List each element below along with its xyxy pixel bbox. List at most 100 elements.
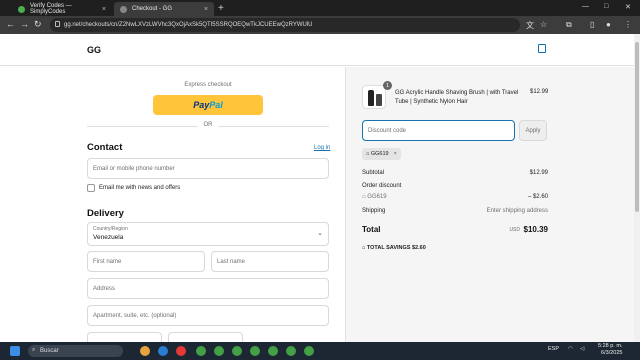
first-name-field[interactable]: First name (87, 251, 205, 272)
address-field[interactable]: Address (87, 278, 329, 299)
chrome-icon[interactable] (304, 346, 314, 356)
chrome-icon[interactable] (214, 346, 224, 356)
total-label: Total (362, 225, 381, 234)
minimize-icon[interactable]: — (582, 3, 589, 10)
shopping-bag-icon[interactable] (538, 44, 546, 53)
city-field[interactable] (168, 332, 243, 342)
total-currency: USD (509, 227, 520, 233)
globe-icon (120, 5, 127, 13)
discount-code-row: ⌂ GG619 – $2.60 (362, 194, 548, 200)
paypal-button[interactable]: Pay Pal (153, 95, 263, 115)
last-name-field[interactable]: Last name (211, 251, 329, 272)
shipping-value: Enter shipping address (486, 208, 548, 214)
contact-heading: Contact (87, 142, 123, 153)
express-checkout-label: Express checkout (184, 82, 232, 88)
translate-icon[interactable]: 文 (526, 20, 534, 31)
browser-titlebar: Verify Codes — SimplyCodes × Checkout - … (0, 0, 640, 16)
applied-code: GG619 (370, 151, 389, 157)
product-name: GG Acrylic Handle Shaving Brush | with T… (395, 90, 519, 105)
subtotal-row: Subtotal $12.99 (362, 170, 548, 176)
order-discount-label: Order discount (362, 183, 402, 189)
scrollbar-thumb[interactable] (635, 42, 639, 212)
savings-value: $2.60 (412, 245, 426, 251)
product-price: $12.99 (530, 89, 549, 95)
close-icon[interactable]: × (102, 6, 106, 13)
tab-label: Verify Codes — SimplyCodes (30, 3, 72, 15)
new-tab-button[interactable]: + (218, 3, 224, 14)
checkout-form: Express checkout Pay Pal OR Contact Log i… (0, 67, 345, 342)
menu-icon[interactable]: ⋮ (624, 20, 632, 29)
tab-verify-codes[interactable]: Verify Codes — SimplyCodes × (12, 2, 112, 16)
product-thumbnail (362, 85, 386, 109)
taskbar: ⌕ Buscar ESP ◠ ◁ 5:28 p. m. 6/3/2025 (0, 342, 640, 360)
page-scrollbar[interactable] (634, 34, 640, 342)
remove-discount-icon[interactable]: × (394, 151, 397, 157)
chrome-icon[interactable] (232, 346, 242, 356)
back-icon[interactable]: ← (6, 19, 15, 29)
chevron-down-icon: ⌄ (317, 230, 323, 237)
discount-code-label: GG619 (367, 194, 387, 200)
extensions-icon[interactable]: ⧉ (566, 20, 572, 30)
clock[interactable]: 5:28 p. m. 6/3/2025 (598, 343, 622, 357)
close-icon[interactable]: × (204, 6, 208, 13)
shipping-row: Shipping Enter shipping address (362, 208, 548, 214)
apartment-field[interactable]: Apartment, suite, etc. (optional) (87, 305, 329, 326)
tab-label: Checkout - GG (132, 6, 173, 12)
forward-icon[interactable]: → (20, 19, 29, 29)
profile-icon[interactable]: ● (606, 20, 611, 29)
close-window-icon[interactable]: ✕ (625, 3, 631, 11)
star-icon[interactable]: ☆ (540, 20, 547, 29)
url-bar[interactable]: gg.net/checkouts/cn/Z2NwLXVzLWVhc3QxOjAx… (50, 18, 520, 32)
chrome-icon[interactable] (196, 346, 206, 356)
reload-icon[interactable]: ↻ (34, 19, 42, 30)
taskbar-search[interactable]: ⌕ Buscar (28, 345, 123, 357)
tube-shape (376, 94, 382, 106)
maximize-icon[interactable]: □ (604, 3, 608, 10)
file-explorer-icon[interactable] (140, 346, 150, 356)
store-header: GG (0, 34, 634, 66)
paypal-logo-text: Pay (193, 100, 210, 110)
login-link[interactable]: Log in (314, 145, 330, 151)
applied-discount-tag: ⌂ GG619 × (362, 148, 401, 160)
app-icon[interactable] (176, 346, 186, 356)
email-field[interactable]: Email or mobile phone number (87, 158, 329, 179)
edge-icon[interactable] (158, 346, 168, 356)
chrome-icon[interactable] (268, 346, 278, 356)
language-indicator[interactable]: ESP (548, 346, 559, 352)
discount-value: – $2.60 (527, 194, 548, 200)
discount-code-input[interactable]: Discount code (362, 120, 515, 141)
or-divider-label: OR (198, 122, 218, 128)
savings-label: TOTAL SAVINGS (366, 245, 411, 251)
wifi-icon[interactable]: ◠ (568, 346, 573, 352)
apply-button[interactable]: Apply (519, 120, 547, 141)
subtotal-value: $12.99 (529, 170, 548, 176)
quantity-badge: 1 (383, 81, 392, 90)
volume-icon[interactable]: ◁ (580, 346, 584, 352)
chrome-icon[interactable] (286, 346, 296, 356)
lock-icon (55, 21, 60, 27)
country-select[interactable]: Country/Region Venezuela ⌄ (87, 222, 329, 246)
chrome-icon[interactable] (250, 346, 260, 356)
total-savings: ⌂ TOTAL SAVINGS $2.60 (362, 245, 426, 251)
date: 6/3/2025 (601, 350, 623, 356)
total-value: $10.39 (523, 225, 548, 234)
country-value: Venezuela (93, 234, 124, 241)
windows-start-icon[interactable] (10, 346, 20, 356)
time: 5:28 p. m. (598, 343, 623, 349)
address-toolbar: ← → ↻ gg.net/checkouts/cn/Z2NwLXVzLWVhc3… (0, 16, 640, 34)
check-icon (18, 5, 25, 13)
order-summary: 1 GG Acrylic Handle Shaving Brush | with… (345, 67, 634, 342)
delivery-heading: Delivery (87, 208, 124, 219)
shipping-label: Shipping (362, 208, 386, 214)
tab-checkout[interactable]: Checkout - GG × (114, 2, 214, 16)
search-icon: ⌕ (32, 347, 36, 353)
postal-field[interactable] (87, 332, 162, 342)
store-logo[interactable]: GG (87, 45, 101, 55)
url-text: gg.net/checkouts/cn/Z2NwLXVzLWVhc3QxOjAx… (64, 22, 313, 28)
total-row: Total USD $10.39 (362, 225, 548, 234)
order-discount-row: Order discount (362, 183, 548, 189)
email-news-checkbox[interactable] (87, 184, 95, 192)
paypal-logo-text: Pal (209, 100, 223, 110)
subtotal-label: Subtotal (362, 170, 385, 176)
sidebar-icon[interactable]: ▯ (590, 20, 594, 29)
